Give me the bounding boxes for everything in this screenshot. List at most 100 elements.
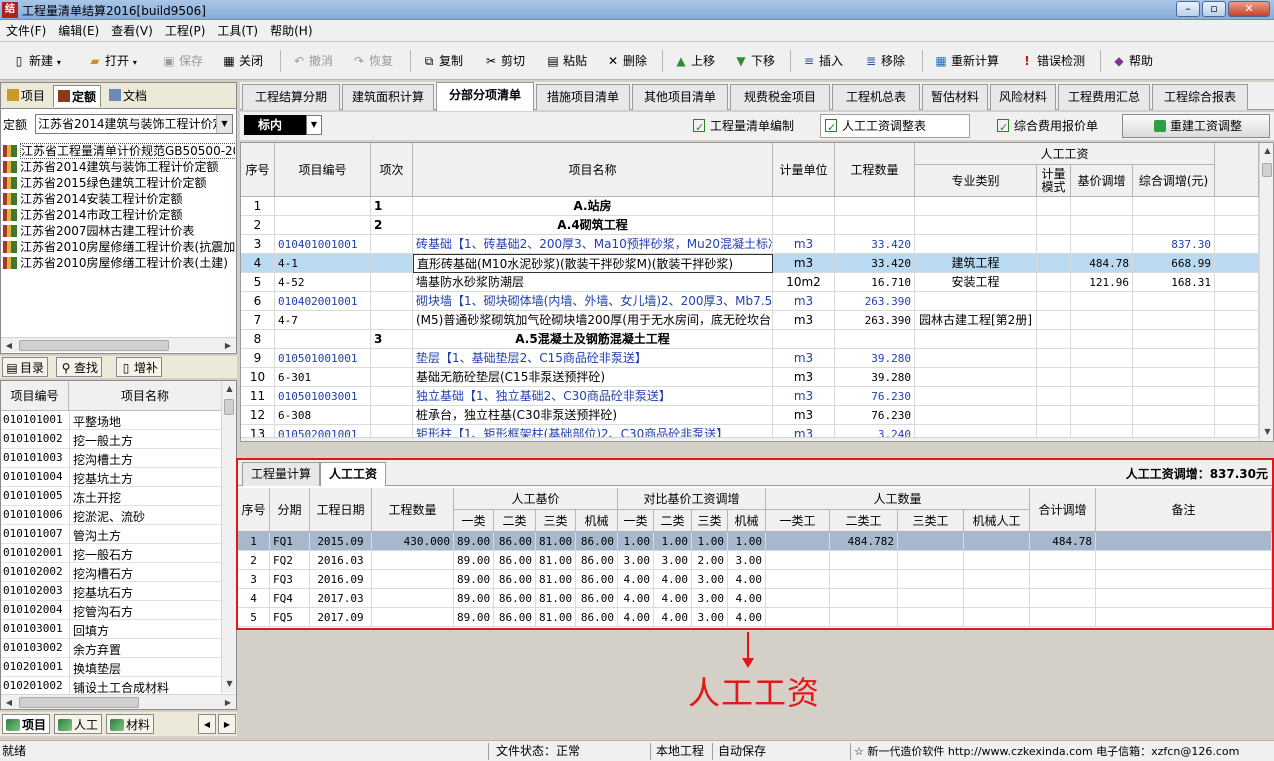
cell-total[interactable] bbox=[1133, 197, 1215, 216]
cell-spec[interactable] bbox=[915, 387, 1037, 406]
cell-code[interactable]: 4-52 bbox=[275, 273, 371, 292]
item-list-vscrollbar[interactable]: ▲ ▼ bbox=[221, 381, 236, 693]
tab-main-9[interactable]: 工程费用汇总 bbox=[1058, 84, 1150, 110]
cell-total[interactable] bbox=[1030, 608, 1096, 627]
list-item[interactable]: 010101005 冻土开挖 bbox=[1, 487, 222, 506]
undo-button[interactable]: ↶ 撤消 bbox=[292, 52, 333, 70]
cell-workers-3[interactable] bbox=[964, 532, 1030, 551]
cell-order[interactable] bbox=[371, 387, 413, 406]
list-item[interactable]: 010102003 挖基坑石方 bbox=[1, 582, 222, 601]
copy-button[interactable]: ⧉ 复制 bbox=[422, 52, 463, 70]
cell-compare-0[interactable]: 4.00 bbox=[618, 589, 654, 608]
cell-workers-1[interactable]: 484.782 bbox=[830, 532, 898, 551]
cell-compare-1[interactable]: 4.00 bbox=[654, 608, 692, 627]
cell-workers-3[interactable] bbox=[964, 570, 1030, 589]
cell-note[interactable] bbox=[1096, 532, 1272, 551]
close-button[interactable]: ✕ bbox=[1228, 1, 1270, 17]
cell-order[interactable] bbox=[371, 254, 413, 273]
cell-name[interactable]: 桩承台，独立柱基(C30非泵送预拌砼) bbox=[413, 406, 773, 425]
cell-code[interactable]: 010402001001 bbox=[275, 292, 371, 311]
tab-main-1[interactable]: 建筑面积计算 bbox=[342, 84, 434, 110]
list-item[interactable]: 010201001 换填垫层 bbox=[1, 658, 222, 677]
list-item[interactable]: 010101003 挖沟槽土方 bbox=[1, 449, 222, 468]
help-button[interactable]: ◆ 帮助 bbox=[1112, 52, 1153, 70]
cell-spec[interactable]: 建筑工程 bbox=[915, 254, 1037, 273]
cell-qty[interactable]: 39.280 bbox=[835, 368, 915, 387]
cell-name[interactable]: 砌块墙【1、砌块砌体墙(内墙、外墙、女儿墙)2、200厚3、Mb7.5专 bbox=[413, 292, 773, 311]
cell-compare-2[interactable]: 2.00 bbox=[692, 551, 728, 570]
cell-qty[interactable]: 430.000 bbox=[372, 532, 454, 551]
bid-scope-select[interactable]: 标内 ▼ bbox=[244, 115, 322, 135]
cell-order[interactable]: 2 bbox=[371, 216, 413, 235]
cell-qty[interactable] bbox=[372, 551, 454, 570]
cell-mode[interactable] bbox=[1037, 330, 1071, 349]
cell-qty[interactable]: 76.230 bbox=[835, 406, 915, 425]
table-row[interactable]: 3 010401001001 砖基础【1、砖基础2、200厚3、Ma10预拌砂浆，M… bbox=[241, 235, 1259, 254]
scroll-thumb[interactable] bbox=[19, 340, 169, 351]
cell-spec[interactable] bbox=[915, 235, 1037, 254]
cell-seq[interactable]: 11 bbox=[241, 387, 275, 406]
table-row[interactable]: 5 4-52 墙基防水砂浆防潮层 10m2 16.710 安装工程 121.96 168.31 bbox=[241, 273, 1259, 292]
cell-spec[interactable] bbox=[915, 406, 1037, 425]
cell-base-1[interactable]: 86.00 bbox=[494, 532, 536, 551]
cell-unit[interactable]: 10m2 bbox=[773, 273, 835, 292]
scroll-left-icon[interactable]: ◀ bbox=[2, 696, 16, 709]
redo-button[interactable]: ↷ 恢复 bbox=[352, 52, 393, 70]
scroll-thumb[interactable] bbox=[19, 697, 139, 708]
cell-seq[interactable]: 12 bbox=[241, 406, 275, 425]
tabs-prev-icon[interactable]: ◀ bbox=[198, 714, 216, 734]
cell-compare-1[interactable]: 3.00 bbox=[654, 551, 692, 570]
cell-compare-2[interactable]: 1.00 bbox=[692, 532, 728, 551]
tab-quantity-calc[interactable]: 工程量计算 bbox=[242, 462, 320, 486]
cell-date[interactable]: 2017.09 bbox=[310, 608, 372, 627]
cell-base-3[interactable]: 86.00 bbox=[576, 608, 618, 627]
cell-note[interactable] bbox=[1096, 570, 1272, 589]
list-item[interactable]: 010101004 挖基坑土方 bbox=[1, 468, 222, 487]
cell-compare-0[interactable]: 4.00 bbox=[618, 570, 654, 589]
cell-base[interactable] bbox=[1071, 235, 1133, 254]
cell-blank[interactable] bbox=[1215, 311, 1259, 330]
list-item[interactable]: 010103002 余方弃置 bbox=[1, 639, 222, 658]
cell-code[interactable]: 4-1 bbox=[275, 254, 371, 273]
cell-seq[interactable]: 1 bbox=[241, 197, 275, 216]
table-row[interactable]: 7 4-7 (M5)普通砂浆砌筑加气砼砌块墙200厚(用于无水房间，底无砼坎台) m3… bbox=[241, 311, 1259, 330]
cell-compare-0[interactable]: 3.00 bbox=[618, 551, 654, 570]
cell-base-2[interactable]: 81.00 bbox=[536, 608, 576, 627]
tab-docs[interactable]: 文档 bbox=[105, 85, 151, 107]
cell-seq[interactable]: 3 bbox=[238, 570, 270, 589]
cell-code[interactable]: 010501003001 bbox=[275, 387, 371, 406]
tree-item[interactable]: 江苏省工程量清单计价规范GB50500-2013 bbox=[3, 143, 235, 159]
cell-unit[interactable]: m3 bbox=[773, 292, 835, 311]
scroll-up-icon[interactable]: ▲ bbox=[1261, 144, 1273, 158]
cell-compare-2[interactable]: 3.00 bbox=[692, 589, 728, 608]
table-row[interactable]: 5 FQ5 2017.09 89.00 86.00 81.00 86.00 4.00 4.00 3… bbox=[238, 608, 1272, 627]
scroll-up-icon[interactable]: ▲ bbox=[223, 382, 236, 396]
cell-mode[interactable] bbox=[1037, 368, 1071, 387]
cell-spec[interactable] bbox=[915, 292, 1037, 311]
cell-spec[interactable] bbox=[915, 216, 1037, 235]
cell-blank[interactable] bbox=[1215, 235, 1259, 254]
table-row[interactable]: 12 6-308 桩承台，独立柱基(C30非泵送预拌砼) m3 76.230 bbox=[241, 406, 1259, 425]
tab-labor[interactable]: 人工 bbox=[54, 714, 103, 734]
cell-workers-2[interactable] bbox=[898, 570, 964, 589]
cell-mode[interactable] bbox=[1037, 197, 1071, 216]
cell-qty[interactable]: 33.420 bbox=[835, 235, 915, 254]
error-check-button[interactable]: ! 错误检测 bbox=[1020, 52, 1085, 70]
cell-workers-3[interactable] bbox=[964, 551, 1030, 570]
cell-compare-1[interactable]: 4.00 bbox=[654, 570, 692, 589]
scroll-down-icon[interactable]: ▼ bbox=[1261, 425, 1273, 439]
tab-main-6[interactable]: 工程机总表 bbox=[832, 84, 920, 110]
cell-mode[interactable] bbox=[1037, 254, 1071, 273]
cell-total[interactable] bbox=[1030, 551, 1096, 570]
list-item[interactable]: 010103001 回填方 bbox=[1, 620, 222, 639]
cell-blank[interactable] bbox=[1215, 197, 1259, 216]
menu-project[interactable]: 工程(P) bbox=[159, 20, 212, 42]
table-row[interactable]: 9 010501001001 垫层【1、基础垫层2、C15商品砼非泵送】 m3 39.2… bbox=[241, 349, 1259, 368]
tab-main-2[interactable]: 分部分项清单 bbox=[436, 82, 534, 111]
cell-unit[interactable] bbox=[773, 216, 835, 235]
cell-workers-2[interactable] bbox=[898, 532, 964, 551]
cell-qty[interactable]: 33.420 bbox=[835, 254, 915, 273]
cell-qty[interactable] bbox=[372, 570, 454, 589]
cell-qty[interactable]: 16.710 bbox=[835, 273, 915, 292]
chevron-down-icon[interactable]: ▼ bbox=[216, 115, 232, 133]
